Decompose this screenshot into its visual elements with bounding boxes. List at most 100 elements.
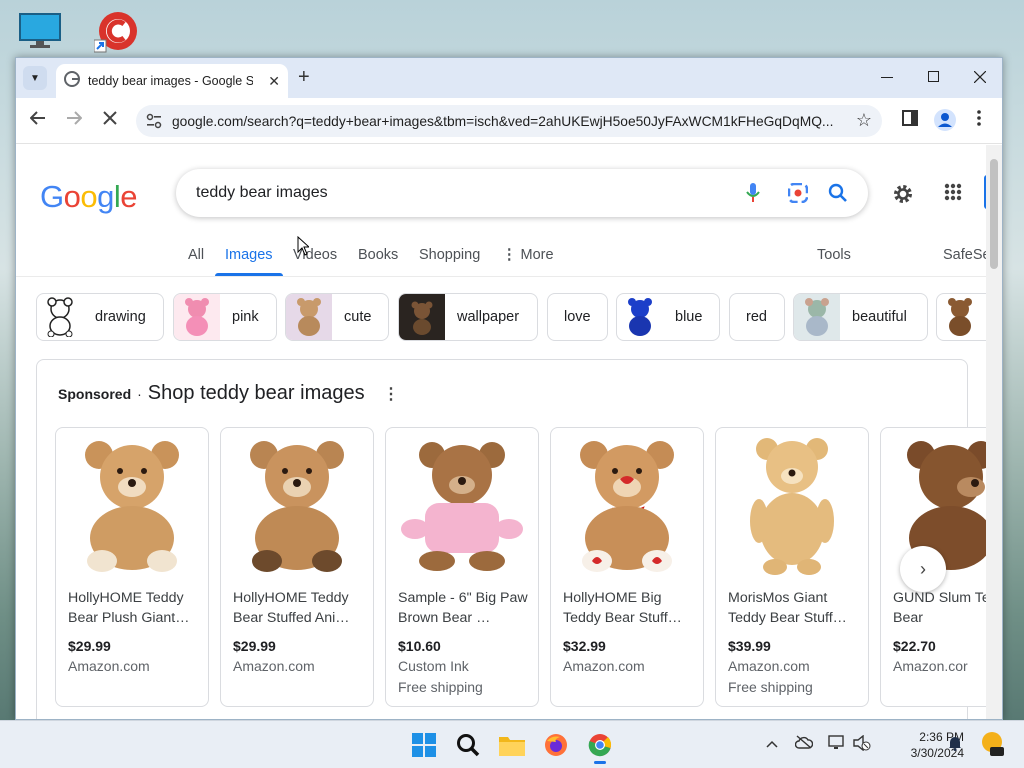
chevron-down-icon: ▼ [30,72,40,84]
safesearch-button[interactable]: SafeSe [943,247,988,263]
sponsored-shopping-section: Sponsored · Shop teddy bear images ⋮ Hol… [36,359,988,719]
tab-more-label: More [520,247,554,263]
browser-tab[interactable]: teddy bear images - Google Se ✕ [56,64,288,98]
product-title: HollyHOME Teddy Bear Stuffed Ani… [233,590,350,626]
product-card[interactable]: Sample - 6" Big Paw Brown Bear … $10.60 … [385,427,539,707]
active-app-indicator [594,761,606,764]
carousel-next-button[interactable]: › [900,546,946,592]
bookmark-star-icon[interactable]: ☆ [856,110,872,131]
chip-blue[interactable]: blue [616,293,720,341]
firefox-icon[interactable] [540,729,572,761]
product-seller: Amazon.com [233,658,315,674]
google-favicon-icon [64,70,80,92]
wallpaper-bear-thumbnail [399,294,445,340]
chevron-right-icon: › [920,558,926,579]
product-title: MorisMos Giant Teddy Bear Stuff… [728,590,847,626]
cloud-offline-icon[interactable] [794,735,814,752]
page-scrollbar[interactable] [986,145,1002,719]
minimize-button[interactable] [872,66,902,88]
close-window-button[interactable] [965,66,995,88]
lens-search-icon[interactable] [787,182,809,208]
notification-bell-icon[interactable] [948,735,962,754]
product-seller: Amazon.com [728,658,810,674]
chip-beautiful[interactable]: beautiful [793,293,928,341]
search-box[interactable]: teddy bear images [176,169,868,217]
chip-drawing[interactable]: drawing [36,293,164,341]
product-price: $10.60 [398,638,441,654]
sponsored-badge: Sponsored [58,386,132,402]
chrome-icon[interactable] [584,729,616,764]
tab-shopping[interactable]: Shopping [419,247,480,263]
chip-red[interactable]: red [729,293,785,341]
stop-loading-icon[interactable] [102,110,118,131]
google-logo[interactable]: Google [40,179,138,215]
product-price: $22.70 [893,638,936,654]
product-price: $32.99 [563,638,606,654]
browser-menu-icon[interactable] [977,110,981,131]
insider-preview-icon[interactable] [980,731,1004,760]
side-panel-icon[interactable] [902,110,918,131]
tab-more[interactable]: ⋮ More [502,247,554,263]
chip-wallpaper[interactable]: wallpaper [398,293,538,341]
more-vert-icon: ⋮ [502,247,517,263]
product-seller: Amazon.com [68,658,150,674]
url-text: google.com/search?q=teddy+bear+images&tb… [172,113,834,129]
chip-label: blue [675,309,703,325]
chip-cute[interactable]: cute [285,293,389,341]
product-seller: Amazon.com [563,658,645,674]
voice-search-icon[interactable] [746,183,760,208]
tab-search-button[interactable]: ▼ [23,66,47,90]
sponsored-separator: · [137,386,142,402]
network-icon[interactable] [828,735,846,754]
back-arrow-icon[interactable] [29,110,46,131]
product-card[interactable]: HollyHOME Big Teddy Bear Stuff… $32.99 A… [550,427,704,707]
new-tab-icon[interactable]: + [298,66,310,89]
search-results-page: Google teddy bear images All Images Vide… [16,145,988,719]
tools-button[interactable]: Tools [817,247,851,263]
profile-avatar-icon[interactable] [934,109,956,136]
windows-start-icon[interactable] [408,729,440,761]
chip-label: beautiful [852,309,907,325]
more-options-icon[interactable]: ⋮ [383,384,399,404]
product-image [386,428,538,578]
bear-drawing-thumbnail [37,294,83,340]
browser-toolbar: google.com/search?q=teddy+bear+images&tb… [16,98,1002,144]
sponsored-title: Shop teddy bear images [147,382,365,404]
file-explorer-icon[interactable] [496,729,528,761]
settings-gear-icon[interactable] [892,183,914,210]
chip-pink[interactable]: pink [173,293,277,341]
chevron-up-icon[interactable] [766,735,778,751]
chip-label: cute [344,309,372,325]
volume-muted-icon[interactable] [853,734,871,754]
product-card[interactable]: HollyHOME Teddy Bear Stuffed Ani… $29.99… [220,427,374,707]
product-card[interactable]: MorisMos Giant Teddy Bear Stuff… $39.99 … [715,427,869,707]
chip-love[interactable]: love [547,293,608,341]
tab-books[interactable]: Books [358,247,398,263]
beautiful-bear-thumbnail [794,294,840,340]
search-icon[interactable] [828,183,848,208]
chip-partial[interactable] [936,293,988,341]
chip-label: pink [232,309,259,325]
site-info-icon[interactable] [146,113,162,134]
product-image [716,428,868,578]
maximize-button[interactable] [919,66,949,88]
product-card[interactable]: HollyHOME Teddy Bear Plush Giant… $29.99… [55,427,209,707]
cute-bear-thumbnail [286,294,332,340]
scrollbar-thumb[interactable] [990,159,998,269]
tab-images[interactable]: Images [215,247,283,276]
address-bar[interactable]: google.com/search?q=teddy+bear+images&tb… [136,105,882,137]
chip-label: drawing [95,309,146,325]
forward-arrow-icon[interactable] [66,110,83,131]
monitor-icon[interactable] [18,12,62,55]
product-shipping: Free shipping [728,679,813,695]
taskbar: 2:36 PM 3/30/2024 [0,720,1024,768]
blue-bear-thumbnail [617,294,663,340]
ccleaner-icon[interactable] [93,10,140,59]
search-icon[interactable] [452,729,484,761]
tab-all[interactable]: All [188,247,204,263]
product-shipping: Free shipping [398,679,483,695]
product-price: $39.99 [728,638,771,654]
tab-close-icon[interactable]: ✕ [268,73,280,90]
google-apps-icon[interactable] [944,183,962,206]
search-input[interactable]: teddy bear images [196,184,328,202]
